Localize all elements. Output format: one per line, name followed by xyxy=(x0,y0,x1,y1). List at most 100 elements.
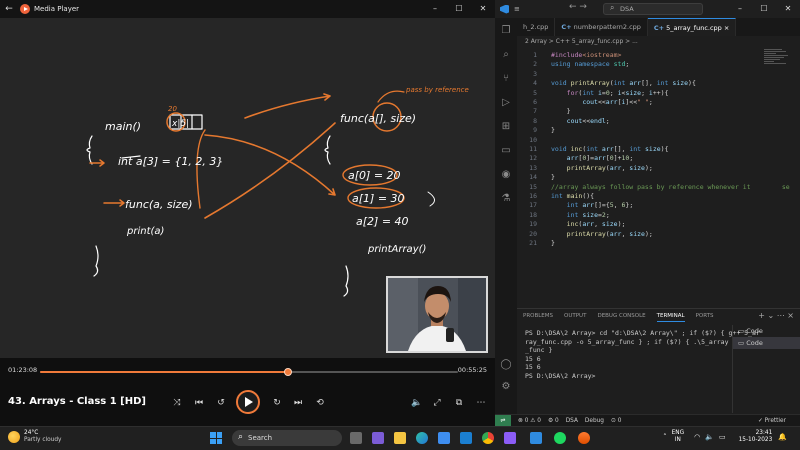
testing-icon[interactable]: ⚗ xyxy=(499,192,513,206)
code-line: cout<<endl; xyxy=(566,116,610,125)
code-line: } xyxy=(551,173,555,182)
line-number: 2 xyxy=(533,60,537,69)
chrome-icon[interactable] xyxy=(482,432,494,444)
vs-studio-icon[interactable] xyxy=(504,432,516,444)
media-player-titlebar: ← Media Player – ☐ ✕ xyxy=(0,0,495,18)
seek-thumb[interactable] xyxy=(284,368,293,376)
video-frame[interactable]: main() 20 x|5| int a[3] = {1, 2, 3} func… xyxy=(0,18,495,358)
status-debug[interactable]: Debug xyxy=(585,418,604,424)
status-ports[interactable]: ⚙ 0 xyxy=(548,418,559,424)
next-icon[interactable]: ⏭ xyxy=(291,396,305,410)
tab-close-icon[interactable]: × xyxy=(724,24,729,32)
rewind-10-icon[interactable]: ↺ xyxy=(214,396,228,410)
spotify-icon[interactable] xyxy=(554,432,566,444)
language-indicator[interactable]: ENG IN xyxy=(672,430,685,444)
miniplayer-icon[interactable]: ⧉ xyxy=(452,396,466,410)
repeat-icon[interactable]: ⟲ xyxy=(313,396,327,410)
panel-tab-output[interactable]: OUTPUT xyxy=(564,313,586,322)
extensions-icon[interactable]: ⊞ xyxy=(499,120,513,134)
account-icon[interactable]: ◯ xyxy=(499,358,513,372)
wb-a0: a[0] = 20 xyxy=(348,169,401,182)
play-button[interactable] xyxy=(236,390,260,414)
seek-track[interactable] xyxy=(40,368,458,376)
status-prettier[interactable]: ✓ Prettier xyxy=(758,418,786,424)
battery-icon[interactable]: ▭ xyxy=(719,433,726,441)
tab-numberpattern2[interactable]: C+ numberpattern2.cpp xyxy=(555,18,648,36)
status-ports-count[interactable]: ⊙ 0 xyxy=(611,418,621,424)
vscode-maximize-icon[interactable]: ☐ xyxy=(752,0,776,18)
teams-icon[interactable] xyxy=(372,432,384,444)
panel-tab-problems[interactable]: PROBLEMS xyxy=(523,313,553,322)
tab-5-array-func[interactable]: C+ 5_array_func.cpp × xyxy=(647,18,737,36)
panel-tab-terminal[interactable]: TERMINAL xyxy=(656,313,685,322)
windows-taskbar: 24°C Partly cloudy Search ˄ ENG IN ◠ 🔈 ▭ xyxy=(0,426,800,450)
notification-icon[interactable]: 🔔 xyxy=(778,433,787,441)
elapsed-time: 01:23:08 xyxy=(8,366,38,374)
edge-icon[interactable] xyxy=(416,432,428,444)
minimize-icon[interactable]: – xyxy=(423,0,447,18)
maximize-icon[interactable]: ☐ xyxy=(447,0,471,18)
panel-tab-debug-console[interactable]: DEBUG CONSOLE xyxy=(597,313,645,322)
settings-gear-icon[interactable]: ⚙ xyxy=(499,380,513,394)
line-number: 6 xyxy=(533,98,537,106)
explorer-icon[interactable]: ❐ xyxy=(499,24,513,38)
status-bar: ⇌ ⊗ 0 ⚠ 0 ⚙ 0 DSA Debug ⊙ 0 ✓ Prettier xyxy=(495,414,800,426)
taskbar-search[interactable]: Search xyxy=(232,429,342,446)
nav-arrows-icon[interactable]: ← → xyxy=(569,2,587,12)
weather-desc: Partly cloudy xyxy=(24,437,62,443)
forward-30-icon[interactable]: ↻ xyxy=(270,396,284,410)
start-button[interactable] xyxy=(210,432,222,444)
terminal-session[interactable]: ▭ Code xyxy=(733,337,800,349)
speaker-icon[interactable]: 🔈 xyxy=(705,433,714,441)
file-explorer-icon[interactable] xyxy=(394,432,406,444)
tab-h2[interactable]: h_2.cpp xyxy=(517,18,556,36)
source-control-icon[interactable]: ⑂ xyxy=(499,72,513,86)
github-icon[interactable]: ◉ xyxy=(499,168,513,182)
code-line: void inc(int arr[], int size){ xyxy=(551,145,669,153)
task-view-icon[interactable] xyxy=(350,432,362,444)
vscode-window-controls: – ☐ ✕ xyxy=(728,0,800,18)
vscode-minimize-icon[interactable]: – xyxy=(728,0,752,18)
menu-icon[interactable]: ≡ xyxy=(514,5,520,13)
search-icon[interactable]: ⌕ xyxy=(499,48,513,62)
fullscreen-icon[interactable]: ⤢ xyxy=(430,396,444,410)
terminal-output[interactable]: PS D:\DSA\2 Array> cd "d:\DSA\2 Array\" … xyxy=(525,329,760,380)
close-icon[interactable]: ✕ xyxy=(471,0,495,18)
code-editor[interactable]: 1 #include<iostream> 2 using namespace std;… xyxy=(517,48,800,300)
new-terminal-icon[interactable]: + xyxy=(758,311,765,320)
wifi-icon[interactable]: ◠ xyxy=(694,433,700,441)
remote-explorer-icon[interactable]: ▭ xyxy=(499,144,513,158)
panel-close-icon[interactable]: × xyxy=(787,311,794,320)
panel-chevron-icon[interactable]: ⌄ xyxy=(768,311,775,320)
media-player-window: ← Media Player – ☐ ✕ main() 20 x|5| int … xyxy=(0,0,495,426)
code-line: } xyxy=(551,126,555,135)
status-folder[interactable]: DSA xyxy=(566,418,578,424)
taskbar-clock[interactable]: 23:41 15-10-2023 xyxy=(739,430,773,444)
media-player-taskbar-icon[interactable] xyxy=(578,432,590,444)
run-debug-icon[interactable]: ▷ xyxy=(499,96,513,110)
linkedin-icon[interactable] xyxy=(460,432,472,444)
terminal-session[interactable]: ▭ Code xyxy=(733,325,800,337)
shuffle-icon[interactable]: ⤨ xyxy=(170,396,184,410)
panel-more-icon[interactable]: ⋯ xyxy=(777,311,785,320)
vscode-close-icon[interactable]: ✕ xyxy=(776,0,800,18)
line-number: 7 xyxy=(533,107,537,116)
minimap[interactable] xyxy=(764,48,792,78)
line-number: 12 xyxy=(529,154,537,163)
more-options-icon[interactable]: ⋯ xyxy=(474,396,488,410)
store-icon[interactable] xyxy=(438,432,450,444)
previous-icon[interactable]: ⏮ xyxy=(192,396,206,410)
terminal-line: ray_func.cpp -o 5_array_func } ; if ($?)… xyxy=(525,337,729,346)
command-center-search[interactable]: DSA xyxy=(603,3,703,15)
vscode-taskbar-icon[interactable] xyxy=(530,432,542,444)
activity-bar: ❐ ⌕ ⑂ ▷ ⊞ ▭ ◉ ⚗ ◯ ⚙ xyxy=(495,18,517,414)
breadcrumb[interactable]: 2 Array > C++ 5_array_func.cpp > ... xyxy=(517,36,800,48)
code-line: cout<<arr[i]<<" "; xyxy=(582,98,653,106)
back-arrow-icon[interactable]: ← xyxy=(0,4,18,14)
status-problems[interactable]: ⊗ 0 ⚠ 0 xyxy=(518,418,541,424)
panel-tab-ports[interactable]: PORTS xyxy=(696,313,714,322)
volume-icon[interactable]: 🔈 xyxy=(410,396,424,410)
remote-indicator-icon[interactable]: ⇌ xyxy=(495,415,511,426)
weather-widget[interactable]: 24°C Partly cloudy xyxy=(8,430,61,444)
tray-overflow-icon[interactable]: ˄ xyxy=(663,433,667,441)
